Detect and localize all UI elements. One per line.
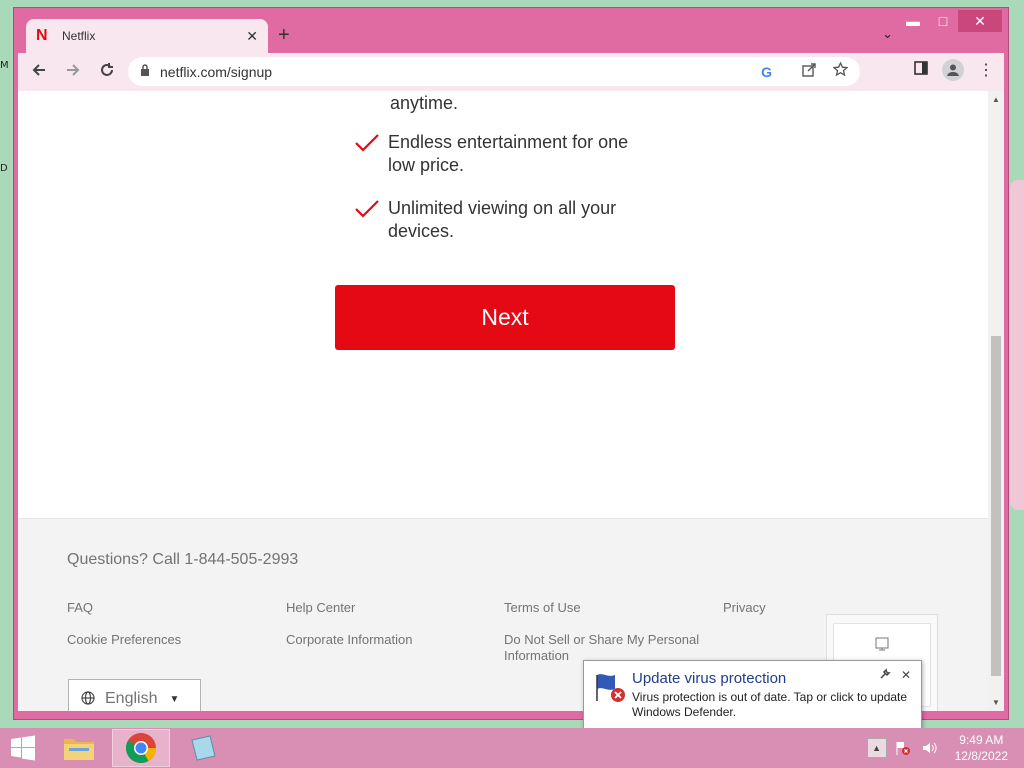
benefit-text-partial: anytime. [390, 93, 459, 113]
footer-link-privacy[interactable]: Privacy [723, 600, 766, 616]
virus-protection-notification[interactable]: Update virus protection Virus protection… [583, 660, 922, 737]
page-viewport: anytime. Endless entertainment for one l… [18, 91, 988, 711]
checkmark-icon [355, 200, 379, 218]
footer-link-faq[interactable]: FAQ [67, 600, 93, 616]
address-bar[interactable]: netflix.com/signup G [128, 57, 860, 86]
maximize-button[interactable]: □ [928, 10, 958, 32]
scroll-up-icon[interactable]: ▲ [992, 95, 1000, 104]
taskbar: ▲ 9:49 AM 12/8/2022 [0, 728, 1024, 768]
star-icon[interactable] [832, 61, 849, 81]
file-explorer-taskbar-button[interactable] [50, 729, 108, 767]
tab-netflix[interactable]: N Netflix ✕ [26, 19, 268, 53]
language-label: English [105, 690, 158, 707]
page-scrollbar[interactable]: ▲ ▼ [988, 91, 1004, 711]
checkmark-icon [355, 134, 379, 152]
caret-down-icon: ▼ [169, 693, 180, 705]
close-icon[interactable]: ✕ [901, 668, 911, 683]
sidepanel-icon[interactable] [914, 60, 928, 80]
scroll-down-icon[interactable]: ▼ [992, 698, 1000, 707]
lock-icon[interactable] [140, 64, 150, 79]
globe-icon [81, 690, 95, 708]
action-center-flag-icon[interactable] [893, 738, 913, 758]
footer-link-terms[interactable]: Terms of Use [504, 600, 581, 616]
benefit-item: Endless entertainment for one low price. [354, 131, 648, 177]
next-button[interactable]: Next [335, 285, 675, 350]
benefit-item: Unlimited viewing on all your devices. [354, 197, 648, 243]
clock-date: 12/8/2022 [954, 749, 1008, 763]
new-tab-button[interactable]: + [278, 24, 290, 47]
scrollbar-thumb[interactable] [991, 336, 1001, 676]
back-arrow-icon[interactable] [24, 62, 54, 83]
benefit-text: Endless entertainment for one low price. [388, 132, 629, 175]
profile-icon[interactable] [942, 59, 964, 81]
menu-icon[interactable]: ⋮ [978, 60, 994, 80]
footer-link-cookie-preferences[interactable]: Cookie Preferences [67, 632, 181, 648]
taskbar-clock[interactable]: 9:49 AM 12/8/2022 [955, 732, 1008, 764]
browser-toolbar: netflix.com/signup G ⋮ [18, 53, 1004, 91]
desktop-icon-fragment: D [0, 163, 8, 174]
google-icon[interactable]: G [761, 64, 772, 80]
toolbar-right-actions: ⋮ [914, 59, 994, 81]
notification-actions: ✕ [879, 668, 911, 683]
minimize-button[interactable]: ▬ [898, 10, 928, 32]
clock-time: 9:49 AM [959, 733, 1004, 747]
tab-search-chevron-icon[interactable]: ⌄ [882, 26, 893, 42]
show-hidden-icons-icon[interactable]: ▲ [866, 738, 887, 758]
volume-icon[interactable] [919, 738, 939, 758]
window-controls: ▬ □ ✕ [898, 10, 1002, 32]
netflix-favicon-icon: N [36, 27, 48, 44]
desktop-icon-fragment: M [0, 60, 9, 71]
footer-phone-text[interactable]: Questions? Call 1-844-505-2993 [67, 551, 298, 569]
close-window-button[interactable]: ✕ [958, 10, 1002, 32]
forward-arrow-icon[interactable] [58, 62, 88, 83]
app-taskbar-button[interactable] [174, 729, 232, 767]
notification-title: Update virus protection [632, 670, 787, 687]
defender-warning-flag-icon [596, 674, 625, 702]
footer-link-corporate-information[interactable]: Corporate Information [286, 632, 412, 648]
language-select[interactable]: English ▼ [68, 679, 201, 711]
chrome-icon [125, 733, 156, 764]
url-text[interactable]: netflix.com/signup [160, 64, 761, 80]
tab-close-icon[interactable]: ✕ [246, 28, 258, 45]
system-tray: ▲ 9:49 AM 12/8/2022 [866, 728, 1024, 768]
reload-icon[interactable] [92, 62, 122, 83]
notepad-icon [191, 735, 216, 761]
start-button[interactable] [0, 728, 46, 768]
benefit-text: Unlimited viewing on all your devices. [388, 198, 617, 241]
folder-icon [64, 739, 94, 760]
browser-window: ▬ □ ✕ N Netflix ✕ + ⌄ netflix.com/signup… [13, 7, 1009, 720]
desktop-wallpaper-edge [1010, 180, 1024, 510]
settings-wrench-icon[interactable] [879, 668, 891, 683]
windows-logo-icon [11, 735, 35, 761]
tab-title: Netflix [62, 29, 96, 43]
notification-message: Virus protection is out of date. Tap or … [632, 690, 908, 719]
share-icon[interactable] [802, 62, 817, 81]
chrome-taskbar-button[interactable] [112, 729, 170, 767]
footer-link-help-center[interactable]: Help Center [286, 600, 355, 616]
